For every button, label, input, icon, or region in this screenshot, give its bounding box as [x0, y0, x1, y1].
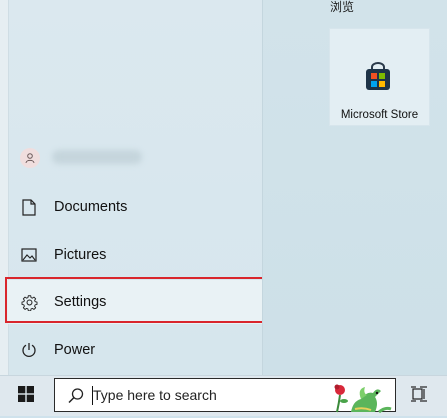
tile-label: Microsoft Store	[340, 109, 419, 121]
menu-item-settings[interactable]: Settings	[8, 280, 262, 324]
taskbar	[0, 375, 447, 416]
task-view-icon	[410, 385, 428, 407]
menu-item-documents[interactable]: Documents	[8, 185, 262, 229]
windows-logo-icon	[18, 385, 34, 407]
picture-icon	[20, 246, 38, 264]
search-input[interactable]	[93, 385, 313, 405]
microsoft-store-tile[interactable]: Microsoft Store	[329, 28, 430, 126]
document-icon	[20, 198, 38, 216]
username-blurred	[52, 150, 142, 164]
menu-item-pictures[interactable]: Pictures	[8, 233, 262, 277]
start-menu: Documents Pictures Settings Power	[0, 0, 264, 375]
menu-item-label: Pictures	[54, 247, 107, 263]
taskbar-search-box[interactable]	[54, 378, 396, 414]
start-button[interactable]	[0, 376, 52, 416]
dragon-illustration-icon	[327, 379, 395, 414]
menu-item-label: Power	[54, 342, 96, 358]
menu-item-label: Documents	[54, 199, 128, 215]
tiles-section-label: 浏览	[330, 0, 355, 14]
text-caret	[92, 386, 93, 405]
gear-icon	[20, 293, 38, 311]
menu-item-power[interactable]: Power	[8, 328, 262, 372]
user-account-row[interactable]	[12, 144, 252, 172]
task-view-button[interactable]	[404, 382, 434, 410]
search-icon	[67, 387, 85, 405]
menu-item-label: Settings	[54, 294, 107, 310]
store-bag-icon	[363, 62, 393, 92]
power-icon	[20, 341, 38, 359]
person-icon	[20, 148, 40, 168]
